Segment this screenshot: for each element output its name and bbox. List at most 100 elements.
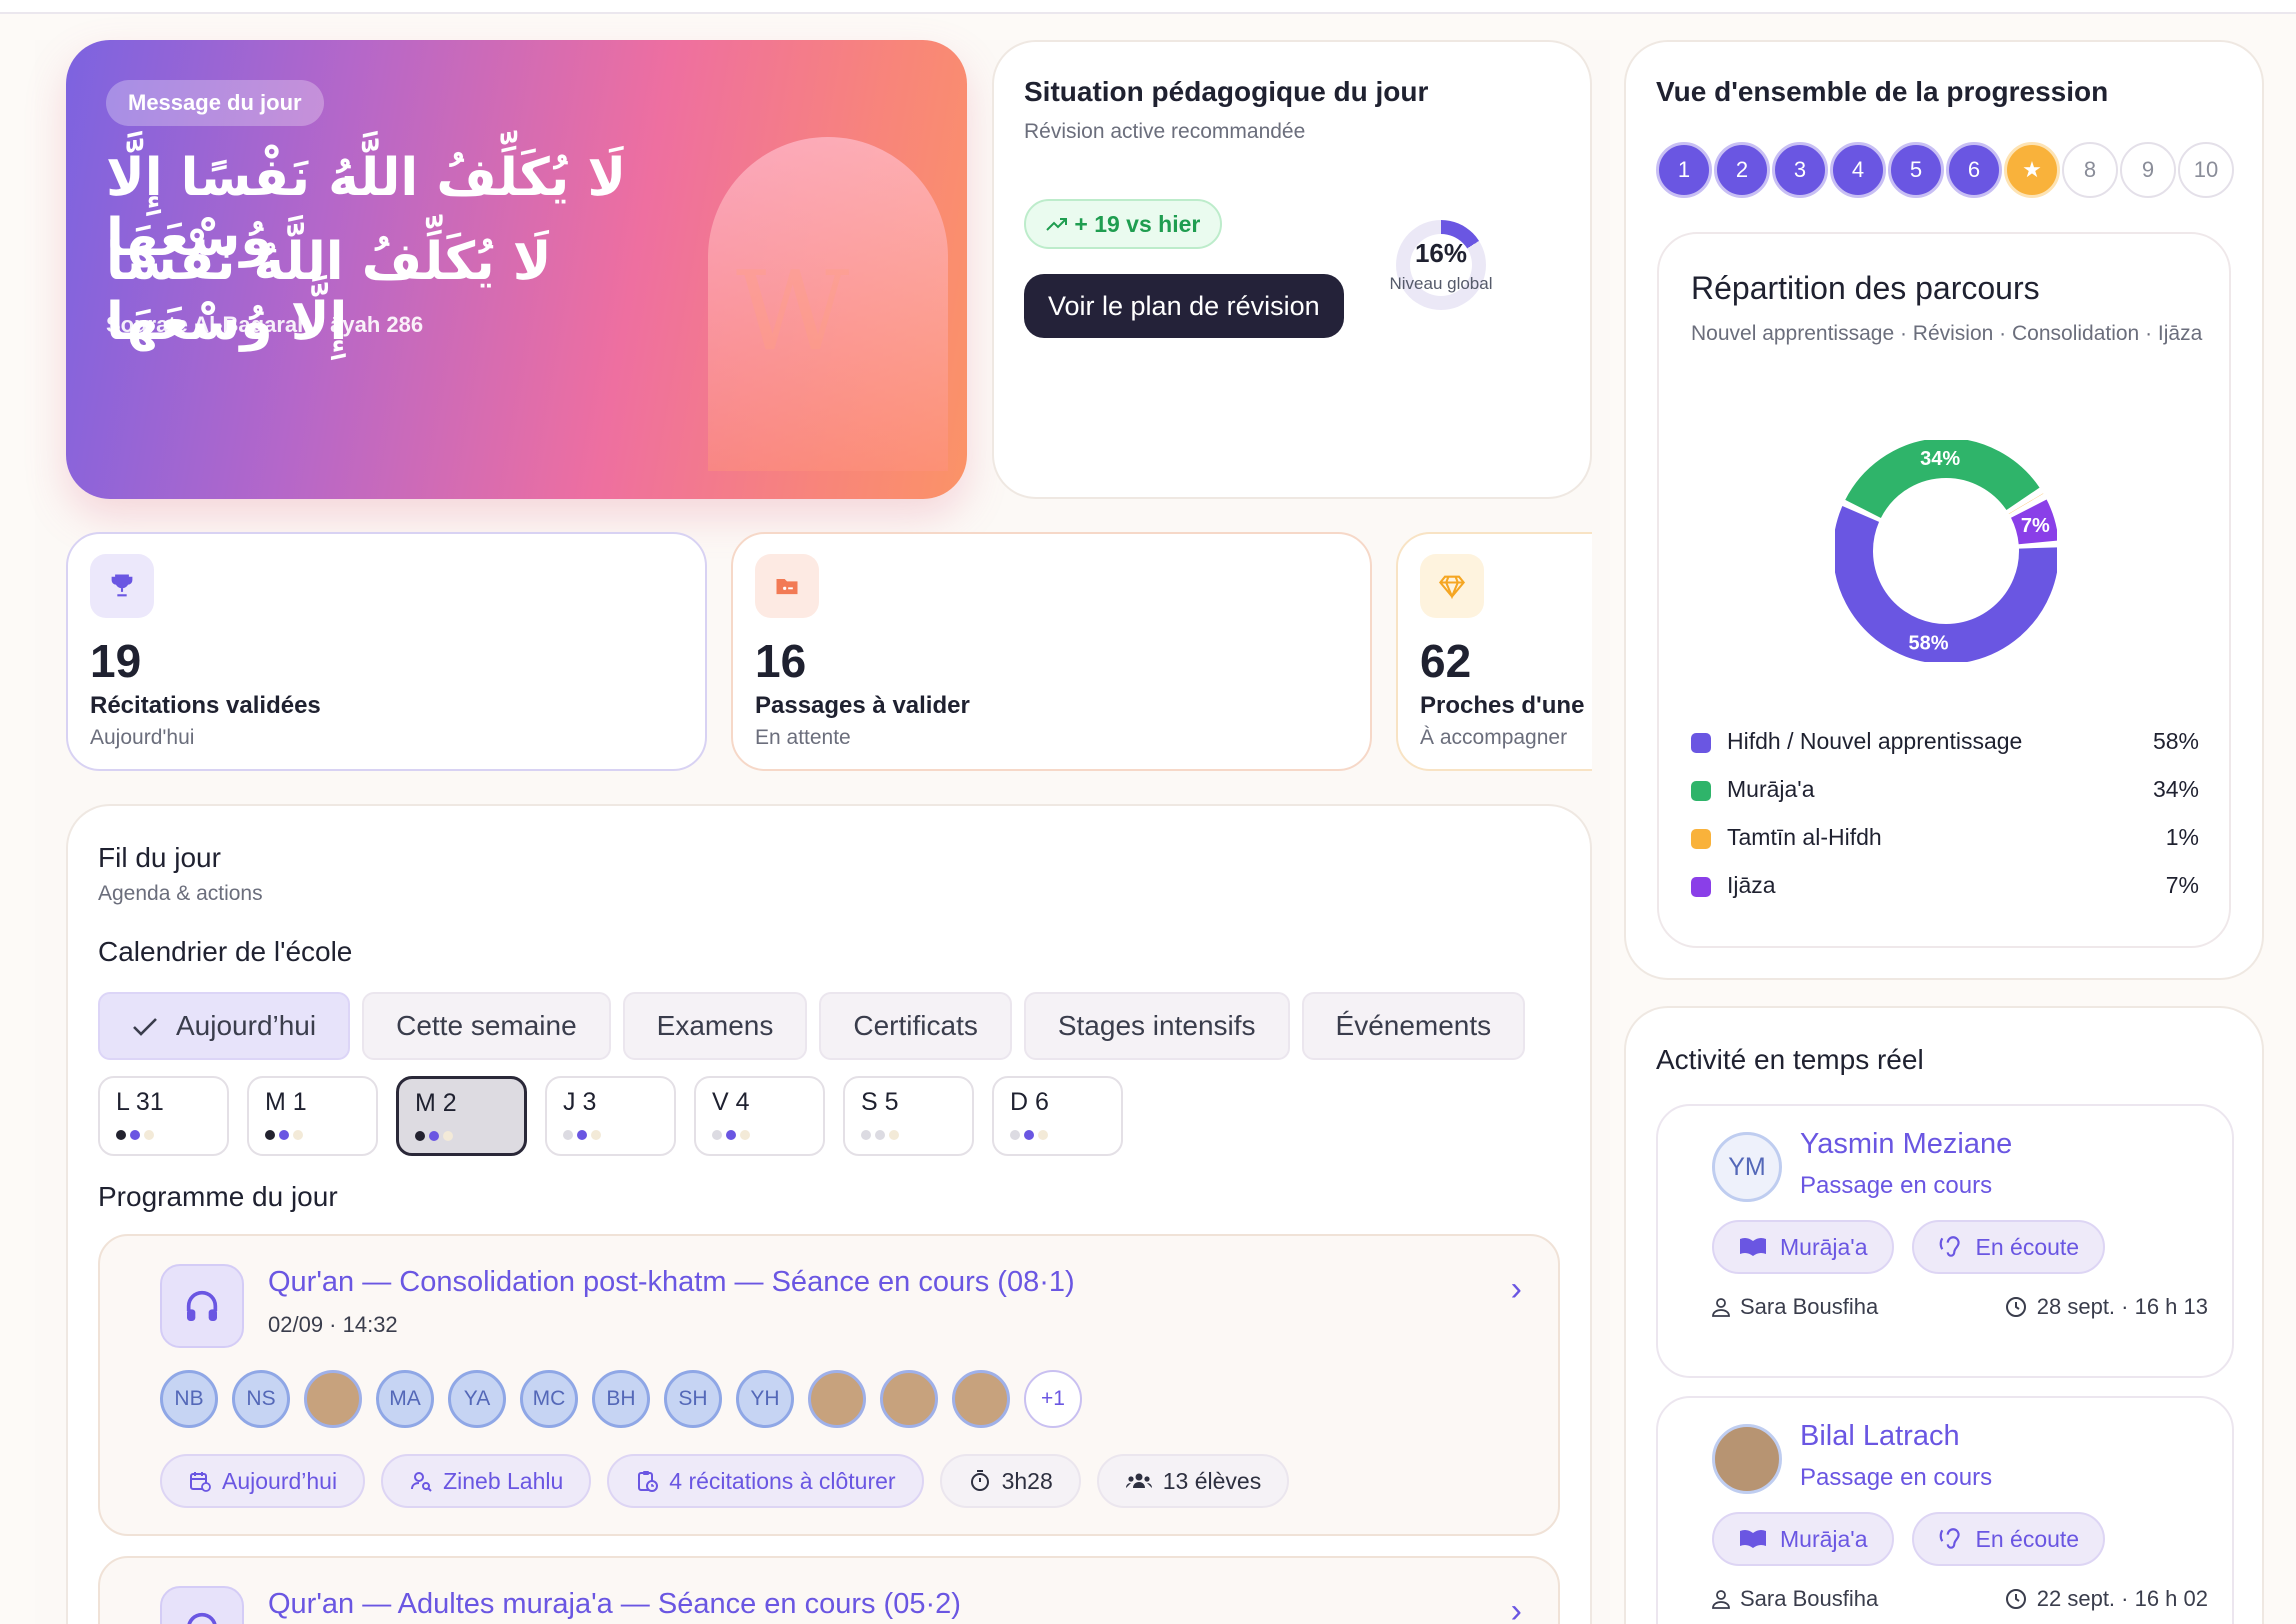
ear-listening-icon [1939, 1236, 1960, 1257]
voir-plan-revision-button[interactable]: Voir le plan de révision [1024, 274, 1344, 338]
stat-sub: En attente [755, 726, 851, 749]
progression-step[interactable]: 8 [2062, 142, 2118, 198]
date-chip[interactable]: Aujourd’hui [160, 1454, 366, 1508]
student-avatar[interactable]: BH [592, 1370, 650, 1428]
calendar-tab[interactable]: Certificats [819, 992, 1012, 1060]
day-button[interactable]: J 3 [545, 1076, 676, 1156]
session-title[interactable]: Qur'an — Adultes muraja'a — Séance en co… [268, 1588, 961, 1621]
student-avatar: YM [1712, 1132, 1782, 1202]
repartition-subtitle: Nouvel apprentissage · Révision · Consol… [1691, 322, 2203, 345]
day-button[interactable]: V 4 [694, 1076, 825, 1156]
legend-pct: 58% [2152, 728, 2199, 754]
duration-chip: 3h28 [939, 1454, 1081, 1508]
activity-item[interactable]: YM Yasmin Meziane Passage en cours Murāj… [1656, 1104, 2234, 1378]
progression-step[interactable]: 6 [1946, 142, 2002, 198]
recitations-chip[interactable]: 4 récitations à clôturer [607, 1454, 924, 1508]
progression-step[interactable]: 4 [1830, 142, 1886, 198]
day-button[interactable]: L 31 [98, 1076, 229, 1156]
day-indicator-dots [116, 1130, 154, 1140]
day-indicator-dots [712, 1130, 750, 1140]
student-photo-avatar[interactable] [952, 1370, 1010, 1428]
situation-card: Situation pédagogique du jour Révision a… [992, 40, 1592, 499]
session-card[interactable]: Qur'an — Adultes muraja'a — Séance en co… [98, 1556, 1560, 1624]
session-title[interactable]: Qur'an — Consolidation post-khatm — Séan… [268, 1266, 1075, 1299]
timestamp: 28 sept. · 16 h 13 [2005, 1294, 2208, 1320]
student-avatar[interactable]: YH [736, 1370, 794, 1428]
student-avatar [1712, 1424, 1782, 1494]
progression-step[interactable]: 1 [1656, 142, 1712, 198]
calendar-tab[interactable]: Aujourd’hui [98, 992, 351, 1060]
progression-step[interactable]: 10 [2178, 142, 2234, 198]
calendar-tab[interactable]: Stages intensifs [1023, 992, 1290, 1060]
stat-label: Récitations validées [90, 692, 321, 719]
chip-label: Murāja'a [1780, 1233, 1868, 1260]
legend-name: Hifdh / Nouvel apprentissage [1727, 728, 2023, 754]
day-label: J 3 [563, 1088, 597, 1116]
progression-step[interactable]: 5 [1888, 142, 1944, 198]
day-button[interactable]: S 5 [843, 1076, 974, 1156]
chevron-right-icon[interactable]: › [1511, 1592, 1522, 1624]
session-card[interactable]: Qur'an — Consolidation post-khatm — Séan… [98, 1234, 1560, 1536]
fil-du-jour-card: Fil du jour Agenda & actions Calendrier … [66, 804, 1592, 1624]
state-chip[interactable]: En écoute [1911, 1512, 2106, 1566]
state-chip[interactable]: En écoute [1911, 1220, 2106, 1274]
student-avatar[interactable]: NB [160, 1370, 218, 1428]
slice-hifdh[interactable] [1833, 506, 2059, 664]
fil-title: Fil du jour [98, 842, 221, 873]
day-indicator-dots [415, 1131, 453, 1141]
chip-label: Zineb Lahlu [443, 1468, 564, 1494]
day-button[interactable]: D 6 [992, 1076, 1123, 1156]
student-name[interactable]: Yasmin Meziane [1800, 1128, 2012, 1161]
student-photo-avatar[interactable] [808, 1370, 866, 1428]
activity-item[interactable]: Bilal Latrach Passage en cours Murāja'a … [1656, 1396, 2234, 1624]
student-avatar[interactable]: NS [232, 1370, 290, 1428]
slice-label: 58% [1909, 632, 1949, 654]
trend-text: + 19 vs hier [1074, 211, 1201, 237]
legend-name: Ijāza [1727, 872, 1776, 898]
calendar-tab[interactable]: Examens [622, 992, 808, 1060]
stat-sub: À accompagner [1420, 726, 1568, 749]
stat-card-proches[interactable]: 62 Proches d'une da À accompagner [1396, 532, 1592, 771]
timestamp-text: 28 sept. · 16 h 13 [2036, 1294, 2208, 1319]
student-avatar[interactable]: MA [376, 1370, 434, 1428]
step-current-star-icon[interactable]: ★ [2004, 142, 2060, 198]
diamond-icon [1420, 554, 1484, 618]
type-chip[interactable]: Murāja'a [1712, 1220, 1894, 1274]
chevron-right-icon[interactable]: › [1511, 1270, 1522, 1309]
more-avatars-button[interactable]: +1 [1024, 1370, 1082, 1428]
tab-label: Aujourd’hui [176, 1010, 317, 1041]
students-value: 13 élèves [1162, 1468, 1262, 1494]
progression-step[interactable]: 2 [1714, 142, 1770, 198]
student-avatar[interactable]: SH [664, 1370, 722, 1428]
activite-title: Activité en temps réel [1656, 1044, 1924, 1075]
student-photo-avatar[interactable] [304, 1370, 362, 1428]
calendar-tab[interactable]: Événements [1301, 992, 1526, 1060]
student-avatar[interactable]: YA [448, 1370, 506, 1428]
student-name[interactable]: Bilal Latrach [1800, 1420, 1960, 1453]
type-chip[interactable]: Murāja'a [1712, 1512, 1894, 1566]
user-search-icon [411, 1472, 432, 1492]
session-chips: Aujourd’hui Zineb Lahlu 4 récitations à … [160, 1454, 1290, 1508]
teacher-chip[interactable]: Zineb Lahlu [381, 1454, 592, 1508]
day-label: M 1 [265, 1088, 307, 1116]
users-icon [1125, 1473, 1152, 1488]
activite-card: Activité en temps réel YM Yasmin Meziane… [1624, 1006, 2264, 1624]
activity-status: Passage en cours [1800, 1464, 1993, 1491]
progression-step[interactable]: 9 [2120, 142, 2176, 198]
teacher-name: Sara Bousfiha [1740, 1294, 1879, 1319]
student-avatar[interactable]: MC [520, 1370, 578, 1428]
gauge-value: 16% [1414, 238, 1468, 268]
progression-step[interactable]: 3 [1772, 142, 1828, 198]
student-photo-avatar[interactable] [880, 1370, 938, 1428]
activity-status: Passage en cours [1800, 1172, 1993, 1199]
day-button[interactable]: M 2 [396, 1076, 527, 1156]
headphones-icon [160, 1586, 244, 1624]
day-label: M 2 [415, 1089, 457, 1117]
day-label: D 6 [1010, 1088, 1049, 1116]
fil-subtitle: Agenda & actions [98, 882, 263, 905]
stat-card-recitations[interactable]: 19 Récitations validées Aujourd'hui [66, 532, 707, 771]
calendar-tab[interactable]: Cette semaine [362, 992, 611, 1060]
trophy-icon [90, 554, 154, 618]
day-button[interactable]: M 1 [247, 1076, 378, 1156]
stat-card-passages[interactable]: 16 Passages à valider En attente [731, 532, 1372, 771]
